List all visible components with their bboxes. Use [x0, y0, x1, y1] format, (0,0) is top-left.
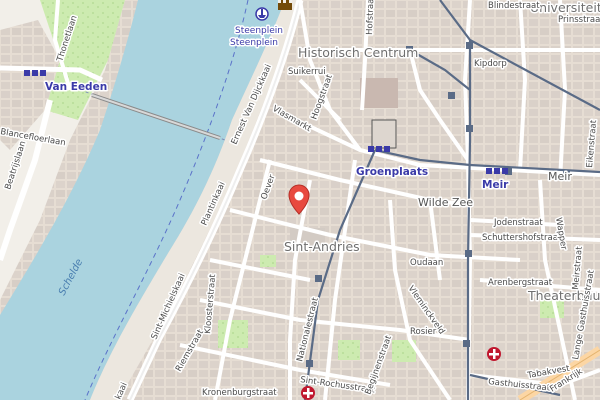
district-wilde-zee: Wilde Zee [418, 196, 473, 209]
district-sint-andries: Sint-Andries [284, 239, 360, 254]
street-arenbergstraat: Arenbergstraat [488, 278, 553, 288]
station-label-van-eeden: Van Eeden [45, 81, 107, 93]
hospital-icon[interactable] [487, 347, 501, 361]
street-rosier: Rosier [410, 327, 437, 337]
street-jodenstraat: Jodenstraat [493, 218, 543, 228]
street-schuttershofstraat: Schuttershofstraat [482, 233, 562, 243]
hospital-icon-2[interactable] [301, 386, 315, 400]
street-prinsstraat: Prinsstraat [558, 15, 600, 25]
label-meir-street: Meir [548, 170, 572, 183]
district-universiteit: Universiteits [530, 0, 600, 15]
station-label-meir: Meir [482, 179, 509, 191]
metro-icon-groenplaats[interactable] [368, 146, 390, 152]
metro-icon-meir[interactable] [486, 168, 508, 174]
ferry-icon[interactable] [255, 7, 269, 21]
station-label-groenplaats: Groenplaats [356, 166, 428, 178]
street-oudaan: Oudaan [410, 258, 443, 268]
ferry-label-2: Steenplein [230, 38, 278, 48]
street-blindestraat: Blindestraat [488, 1, 540, 11]
metro-icon-van-eeden[interactable] [24, 70, 46, 76]
park-2 [218, 320, 248, 348]
street-kronenburgstraat: Kronenburgstraat [202, 388, 277, 398]
park-5 [338, 340, 360, 360]
street-hofstraat: Hofstraat [365, 0, 376, 35]
cathedral [360, 78, 398, 108]
street-suikerrui: Suikerrui [288, 67, 326, 77]
district-historisch-centrum: Historisch Centrum [298, 45, 418, 60]
park-6 [260, 255, 276, 267]
ferry-label-1: Steenplein [235, 26, 283, 36]
map-view[interactable]: Van Eeden Groenplaats Meir Meir Steenple… [0, 0, 600, 400]
castle-icon[interactable] [278, 0, 292, 10]
groenplaats-square [371, 119, 397, 149]
map-canvas[interactable]: Van Eeden Groenplaats Meir Meir Steenple… [0, 0, 600, 400]
street-kipdorp: Kipdorp [474, 59, 507, 69]
